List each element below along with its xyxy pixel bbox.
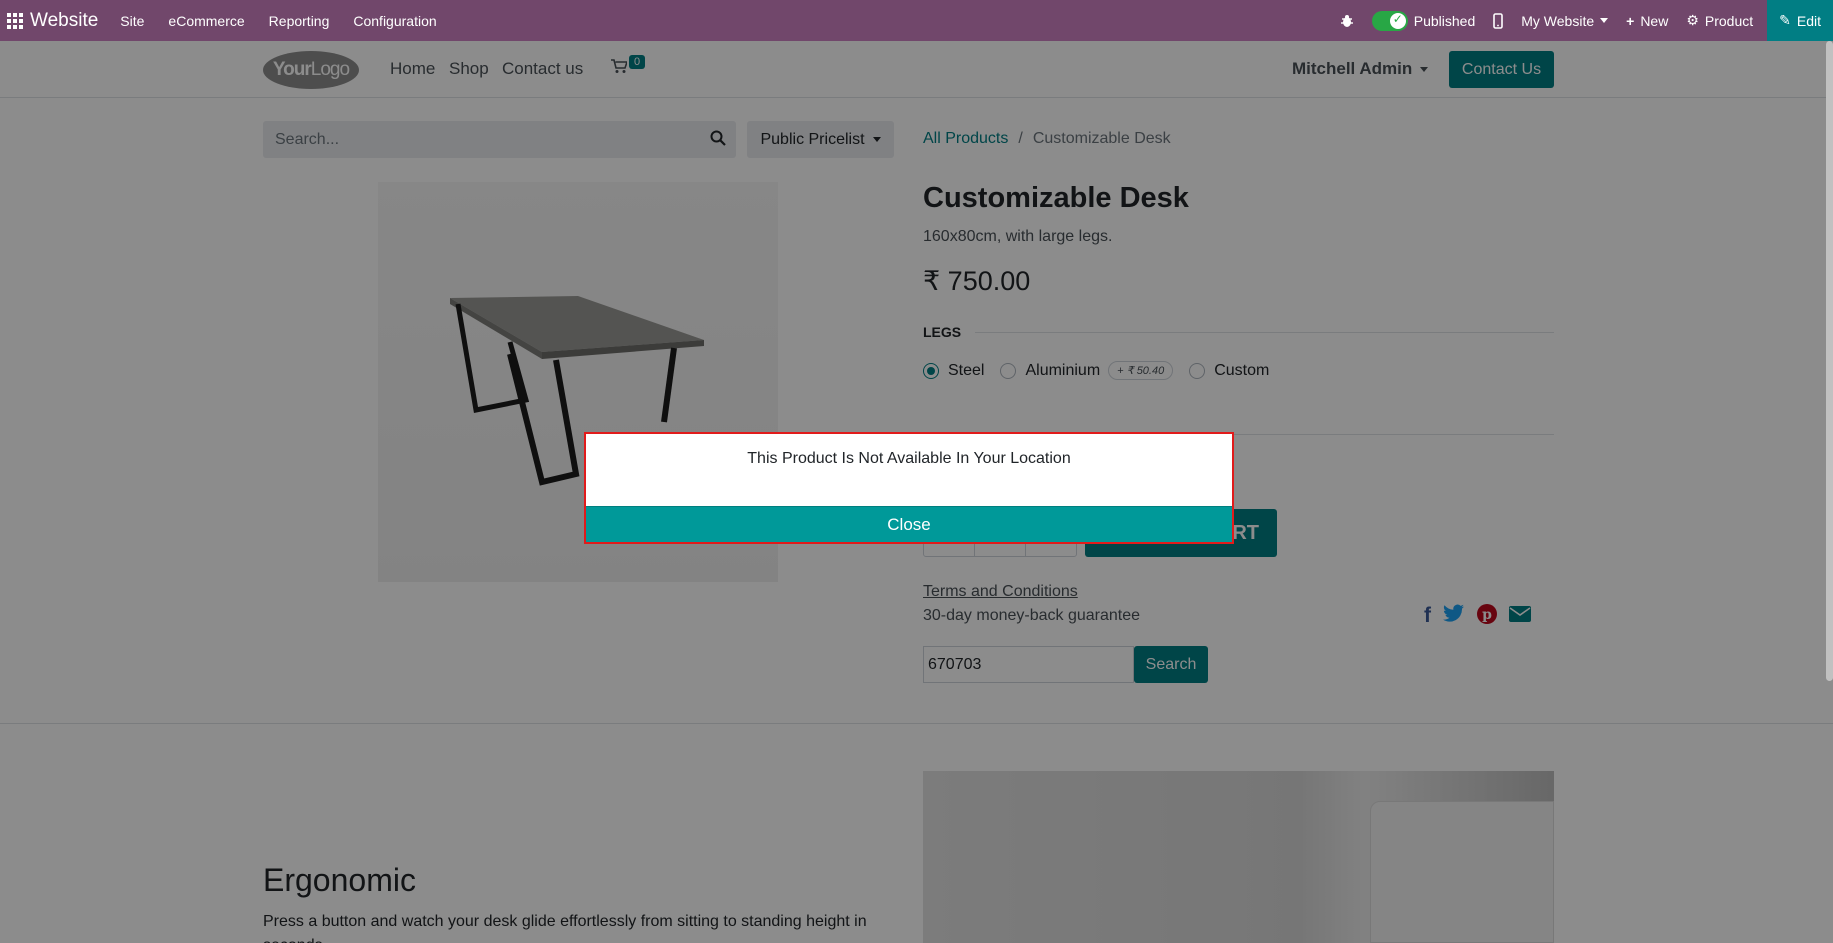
modal-message: This Product Is Not Available In Your Lo… bbox=[747, 450, 1071, 467]
modal-close-button[interactable]: Close bbox=[586, 506, 1232, 542]
availability-modal: This Product Is Not Available In Your Lo… bbox=[584, 432, 1234, 544]
menu-ecommerce[interactable]: eCommerce bbox=[168, 13, 244, 29]
pencil-icon: ✎ bbox=[1779, 12, 1791, 28]
product-settings-button[interactable]: ⚙ Product bbox=[1686, 12, 1753, 29]
plus-icon: + bbox=[1626, 12, 1635, 29]
odoo-topbar: Website Site eCommerce Reporting Configu… bbox=[0, 0, 1833, 41]
new-button[interactable]: + New bbox=[1626, 13, 1668, 29]
scrollbar[interactable] bbox=[1826, 41, 1833, 681]
menu-site[interactable]: Site bbox=[120, 13, 144, 29]
website-switcher-label: My Website bbox=[1521, 12, 1595, 29]
mobile-preview-icon[interactable] bbox=[1493, 12, 1504, 29]
new-label: New bbox=[1640, 12, 1669, 29]
gear-icon: ⚙ bbox=[1686, 12, 1699, 28]
edit-button[interactable]: ✎ Edit bbox=[1767, 0, 1833, 41]
website-switcher[interactable]: My Website bbox=[1521, 12, 1609, 29]
product-label: Product bbox=[1704, 12, 1754, 29]
menu-reporting[interactable]: Reporting bbox=[269, 13, 330, 29]
app-brand[interactable]: Website bbox=[30, 10, 98, 32]
apps-menu-icon[interactable] bbox=[0, 0, 30, 41]
edit-label: Edit bbox=[1796, 12, 1821, 29]
toggle-switch[interactable]: ✓ bbox=[1371, 10, 1408, 31]
published-label: Published bbox=[1413, 12, 1476, 29]
chevron-down-icon bbox=[1600, 18, 1609, 23]
debug-bug-icon[interactable] bbox=[1340, 14, 1354, 28]
menu-configuration[interactable]: Configuration bbox=[353, 13, 436, 29]
published-toggle[interactable]: ✓ Published bbox=[1371, 10, 1476, 31]
